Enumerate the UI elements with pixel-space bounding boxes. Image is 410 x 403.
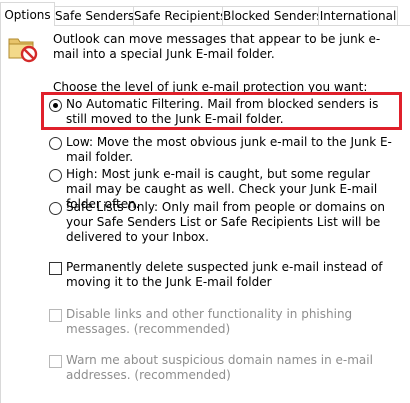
checkbox[interactable] bbox=[49, 262, 62, 275]
options-panel: Outlook can move messages that appear to… bbox=[0, 25, 410, 403]
checkbox-disabled bbox=[49, 355, 62, 368]
tab-safe-recipients[interactable]: Safe Recipients bbox=[133, 6, 223, 25]
highlight-annotation-box bbox=[41, 92, 402, 130]
radio-button[interactable] bbox=[49, 202, 62, 215]
tab-blocked-senders[interactable]: Blocked Senders bbox=[222, 6, 319, 25]
checkbox-warn-suspicious-domains: Warn me about suspicious domain names in… bbox=[49, 353, 399, 383]
tab-safe-senders[interactable]: Safe Senders bbox=[54, 6, 134, 25]
radio-button[interactable] bbox=[49, 137, 62, 150]
radio-button[interactable] bbox=[49, 169, 62, 182]
checkbox-label: Warn me about suspicious domain names in… bbox=[66, 353, 373, 382]
tab-international[interactable]: International bbox=[318, 6, 398, 25]
radio-label: Safe Lists Only: Only mail from people o… bbox=[66, 200, 386, 244]
checkbox-permanently-delete[interactable]: Permanently delete suspected junk e-mail… bbox=[49, 260, 399, 290]
tab-options[interactable]: Options bbox=[0, 2, 55, 26]
radio-label: Low: Move the most obvious junk e-mail t… bbox=[66, 135, 392, 164]
radio-option-safe-lists-only[interactable]: Safe Lists Only: Only mail from people o… bbox=[49, 200, 399, 245]
radio-option-high[interactable]: High: Most junk e-mail is caught, but so… bbox=[49, 167, 399, 211]
checkbox-disabled bbox=[49, 309, 62, 322]
radio-option-low[interactable]: Low: Move the most obvious junk e-mail t… bbox=[49, 135, 399, 165]
checkbox-disable-phishing-links: Disable links and other functionality in… bbox=[49, 307, 399, 337]
intro-text: Outlook can move messages that appear to… bbox=[53, 32, 381, 61]
junk-mail-folder-icon bbox=[7, 33, 39, 63]
checkbox-label: Disable links and other functionality in… bbox=[66, 307, 353, 336]
tab-strip: Options Safe Senders Safe Recipients Blo… bbox=[0, 0, 410, 26]
checkbox-label: Permanently delete suspected junk e-mail… bbox=[66, 260, 383, 289]
junk-email-options-dialog: Options Safe Senders Safe Recipients Blo… bbox=[0, 0, 410, 403]
